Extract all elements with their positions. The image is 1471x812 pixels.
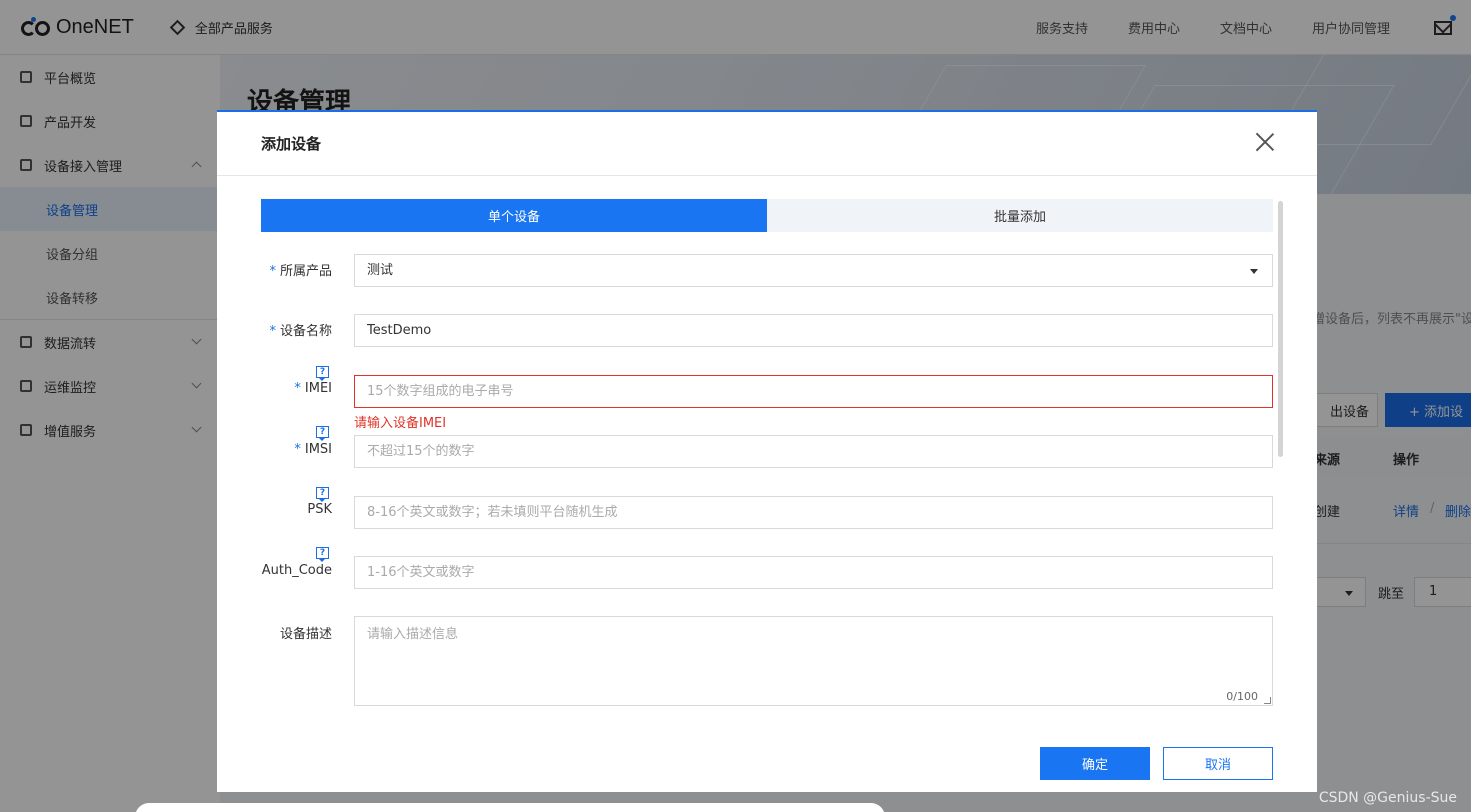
- description-label: 设备描述: [279, 627, 332, 642]
- required-mark: *: [294, 442, 301, 457]
- imei-field[interactable]: 15个数字组成的电子串号: [354, 375, 1273, 408]
- description-textarea[interactable]: 请输入描述信息 0/100: [354, 616, 1273, 706]
- psk-label: PSK: [307, 502, 332, 517]
- imsi-help-icon[interactable]: ?: [316, 426, 329, 441]
- imsi-field[interactable]: 不超过15个的数字: [354, 435, 1273, 468]
- imei-label: * IMEI: [294, 381, 332, 396]
- auth-code-help-icon[interactable]: ?: [316, 547, 329, 562]
- description-placeholder: 请输入描述信息: [367, 627, 459, 642]
- char-counter: 0/100: [1226, 690, 1258, 703]
- add-mode-tabs: 单个设备 批量添加: [261, 199, 1273, 232]
- bottom-floating-bar: [135, 803, 885, 812]
- device-name-label: * 设备名称: [269, 324, 332, 339]
- required-mark: *: [269, 324, 276, 339]
- add-device-modal: 添加设备 单个设备 批量添加 * 所属产品 测试 * 设备名称 TestDemo ?…: [217, 110, 1317, 792]
- auth-code-label: Auth_Code: [261, 563, 332, 578]
- modal-scrollbar[interactable]: [1278, 201, 1283, 457]
- required-mark: *: [269, 264, 276, 279]
- caret-down-icon: [1250, 269, 1258, 274]
- imsi-label: * IMSI: [294, 442, 332, 457]
- product-select-value: 测试: [367, 263, 394, 278]
- imei-error-message: 请输入设备IMEI: [354, 416, 447, 431]
- product-select[interactable]: 测试: [354, 254, 1273, 287]
- tab-single-device[interactable]: 单个设备: [261, 199, 767, 232]
- product-label: * 所属产品: [269, 264, 332, 279]
- resize-handle-icon[interactable]: [1264, 697, 1271, 704]
- tab-batch-add[interactable]: 批量添加: [767, 199, 1273, 232]
- modal-title: 添加设备: [261, 135, 322, 153]
- confirm-button[interactable]: 确定: [1040, 747, 1150, 780]
- psk-field[interactable]: 8-16个英文或数字；若未填则平台随机生成: [354, 496, 1273, 529]
- required-mark: *: [294, 381, 301, 396]
- imei-help-icon[interactable]: ?: [316, 366, 329, 381]
- modal-header: 添加设备: [217, 112, 1317, 176]
- device-name-field[interactable]: TestDemo: [354, 314, 1273, 347]
- cancel-button[interactable]: 取消: [1163, 747, 1273, 780]
- psk-help-icon[interactable]: ?: [316, 487, 329, 502]
- watermark: CSDN @Genius-Sue: [1318, 790, 1457, 806]
- auth-code-field[interactable]: 1-16个英文或数字: [354, 556, 1273, 589]
- close-icon[interactable]: [1255, 132, 1275, 152]
